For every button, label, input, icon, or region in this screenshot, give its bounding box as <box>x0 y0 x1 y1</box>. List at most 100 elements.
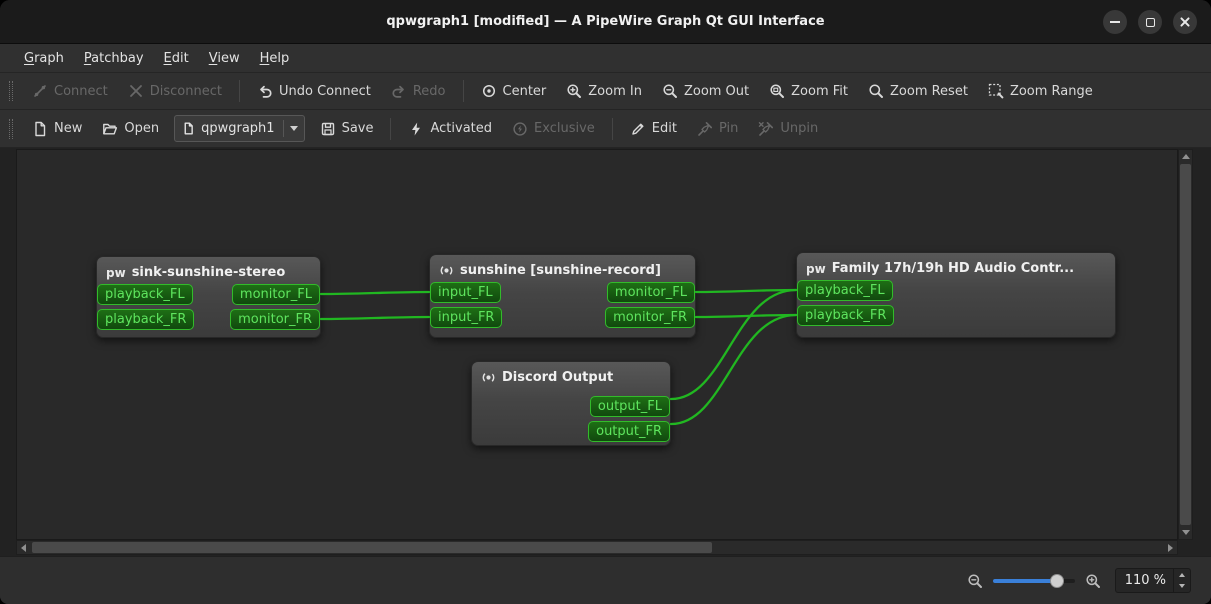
node-sunshine[interactable]: sunshine [sunshine-record] input_FL inpu… <box>429 254 696 338</box>
patchbay-select[interactable]: qpwgraph1 <box>174 115 304 142</box>
graph-viewport: pw sink-sunshine-stereo playback_FL play… <box>0 148 1211 556</box>
undo-icon <box>257 83 273 99</box>
input-port[interactable]: playback_FL <box>97 284 193 305</box>
toolbar-patchbay: New Open qpwgraph1 Save Activated Exclus… <box>0 110 1211 148</box>
horizontal-scroll-track[interactable] <box>30 541 1164 554</box>
zoom-slider[interactable] <box>993 573 1075 589</box>
vertical-scroll-track[interactable] <box>1179 163 1192 526</box>
toolbar-separator <box>463 80 464 102</box>
center-button[interactable]: Center <box>472 78 556 104</box>
arrow-right-icon <box>1168 544 1173 552</box>
scroll-left-button[interactable] <box>17 541 30 554</box>
activated-icon <box>408 121 424 137</box>
minimize-button[interactable] <box>1103 10 1127 34</box>
zoom-fit-icon <box>769 83 785 99</box>
menu-help[interactable]: Help <box>250 47 300 70</box>
scroll-up-button[interactable] <box>1179 150 1192 163</box>
connect-button[interactable]: Connect <box>23 78 117 104</box>
menu-graph[interactable]: Graph <box>14 47 74 70</box>
save-icon <box>320 121 336 137</box>
zoom-in-icon <box>566 83 582 99</box>
vertical-scroll-thumb[interactable] <box>1180 164 1191 525</box>
edit-toggle[interactable]: Edit <box>621 116 686 142</box>
zoom-range-icon <box>988 83 1004 99</box>
output-port[interactable]: monitor_FL <box>607 282 695 303</box>
node-header: pw Family 17h/19h HD Audio Contr... <box>797 253 1115 280</box>
disconnect-button[interactable]: Disconnect <box>119 78 231 104</box>
input-port[interactable]: playback_FL <box>797 280 893 301</box>
node-header: pw sink-sunshine-stereo <box>97 257 320 284</box>
graph-canvas[interactable]: pw sink-sunshine-stereo playback_FL play… <box>16 149 1178 540</box>
input-port[interactable]: input_FR <box>430 307 502 328</box>
pipewire-icon: pw <box>806 262 826 276</box>
zoom-fit-button[interactable]: Zoom Fit <box>760 78 857 104</box>
patchbay-select-value: qpwgraph1 <box>201 121 274 136</box>
zoom-in-icon[interactable] <box>1085 573 1101 589</box>
disconnect-icon <box>128 83 144 99</box>
spin-up-button[interactable] <box>1174 569 1190 581</box>
node-title: Discord Output <box>502 370 613 385</box>
save-patchbay-button[interactable]: Save <box>311 116 383 142</box>
unpin-button[interactable]: Unpin <box>749 116 827 142</box>
redo-button[interactable]: Redo <box>382 78 455 104</box>
node-title: sunshine [sunshine-record] <box>460 263 661 278</box>
window-controls <box>1103 10 1197 34</box>
exclusive-toggle[interactable]: Exclusive <box>503 116 604 142</box>
connect-icon <box>32 83 48 99</box>
zoom-in-button[interactable]: Zoom In <box>557 78 651 104</box>
vertical-scrollbar[interactable] <box>1178 149 1193 540</box>
horizontal-scrollbar[interactable] <box>16 540 1178 555</box>
menu-edit[interactable]: Edit <box>154 47 199 70</box>
redo-icon <box>391 83 407 99</box>
node-discord-output[interactable]: Discord Output output_FL output_FR <box>471 361 671 446</box>
scroll-right-button[interactable] <box>1164 541 1177 554</box>
connection-wire[interactable] <box>321 292 429 294</box>
connection-wire[interactable] <box>696 290 796 292</box>
menu-view[interactable]: View <box>199 47 250 70</box>
node-sink-sunshine-stereo[interactable]: pw sink-sunshine-stereo playback_FL play… <box>96 256 321 338</box>
horizontal-scroll-thumb[interactable] <box>32 542 712 553</box>
unpin-icon <box>758 121 774 137</box>
open-patchbay-button[interactable]: Open <box>93 116 168 142</box>
zoom-range-button[interactable]: Zoom Range <box>979 78 1102 104</box>
input-port[interactable]: input_FL <box>430 282 501 303</box>
spin-buttons <box>1173 569 1190 592</box>
patchbay-file-icon <box>182 122 195 135</box>
maximize-button[interactable] <box>1138 10 1162 34</box>
undo-connect-button[interactable]: Undo Connect <box>248 78 380 104</box>
toolbar-separator <box>612 118 613 140</box>
titlebar[interactable]: qpwgraph1 [modified] — A PipeWire Graph … <box>0 0 1211 44</box>
pin-button[interactable]: Pin <box>688 116 747 142</box>
activated-toggle[interactable]: Activated <box>399 116 501 142</box>
node-title: Family 17h/19h HD Audio Contr... <box>832 261 1074 276</box>
statusbar: 110 % <box>0 556 1211 604</box>
center-icon <box>481 83 497 99</box>
node-family-hd-audio[interactable]: pw Family 17h/19h HD Audio Contr... play… <box>796 252 1116 338</box>
connection-wire[interactable] <box>696 315 796 317</box>
input-port[interactable]: playback_FR <box>97 309 194 330</box>
arrow-left-icon <box>21 544 26 552</box>
zoom-out-button[interactable]: Zoom Out <box>653 78 758 104</box>
output-port[interactable]: monitor_FR <box>605 307 695 328</box>
output-port[interactable]: output_FR <box>588 421 670 442</box>
output-port[interactable]: monitor_FL <box>232 284 320 305</box>
toolbar-graph: Connect Disconnect Undo Connect Redo Cen… <box>0 73 1211 110</box>
spin-down-button[interactable] <box>1174 581 1190 593</box>
toolbar-drag-handle[interactable] <box>9 119 13 139</box>
zoom-reset-button[interactable]: Zoom Reset <box>859 78 977 104</box>
connection-wire[interactable] <box>321 317 429 319</box>
input-port[interactable]: playback_FR <box>797 305 894 326</box>
zoom-out-icon[interactable] <box>967 573 983 589</box>
menu-patchbay[interactable]: Patchbay <box>74 47 154 70</box>
zoom-slider-handle[interactable] <box>1050 574 1064 588</box>
exclusive-icon <box>512 121 528 137</box>
toolbar-drag-handle[interactable] <box>9 81 13 101</box>
close-button[interactable] <box>1173 10 1197 34</box>
zoom-spinbox[interactable]: 110 % <box>1115 568 1191 593</box>
node-header: Discord Output <box>472 362 670 389</box>
output-port[interactable]: output_FL <box>590 396 670 417</box>
scroll-down-button[interactable] <box>1179 526 1192 539</box>
output-port[interactable]: monitor_FR <box>230 309 320 330</box>
new-patchbay-button[interactable]: New <box>23 116 91 142</box>
arrow-down-icon <box>1179 584 1185 588</box>
